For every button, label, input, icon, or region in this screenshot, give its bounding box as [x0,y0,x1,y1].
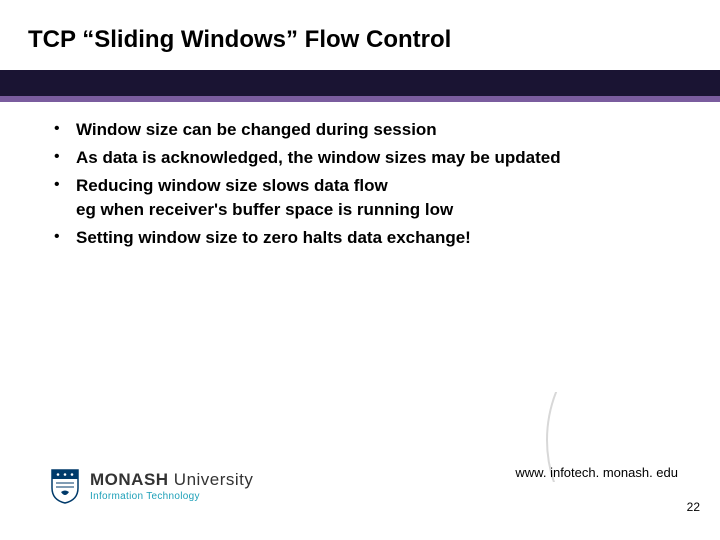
header-bar-accent [0,96,720,102]
bullet-text: As data is acknowledged, the window size… [76,146,561,170]
bullet-icon: • [50,146,76,168]
bullet-icon: • [50,174,76,196]
logo-text: MONASH University Information Technology [90,471,253,502]
shield-icon [50,468,80,504]
list-item: • As data is acknowledged, the window si… [50,146,650,170]
page-number: 22 [687,500,700,514]
footer-url: www. infotech. monash. edu [515,465,678,480]
bullet-text: Setting window size to zero halts data e… [76,226,471,250]
bullet-text: Reducing window size slows data flow eg … [76,174,453,222]
list-item: • Window size can be changed during sess… [50,118,650,142]
header-bar-dark [0,70,720,96]
logo: MONASH University Information Technology [50,468,253,504]
bullet-icon: • [50,118,76,140]
logo-main-bold: MONASH [90,470,169,489]
bullet-icon: • [50,226,76,248]
logo-sub: Information Technology [90,492,253,502]
logo-main: MONASH University [90,471,253,488]
slide-title: TCP “Sliding Windows” Flow Control [28,26,451,54]
slide: TCP “Sliding Windows” Flow Control • Win… [0,0,720,540]
list-item: • Setting window size to zero halts data… [50,226,650,250]
bullet-text: Window size can be changed during sessio… [76,118,437,142]
logo-main-light: University [169,470,254,489]
bullet-list: • Window size can be changed during sess… [50,118,650,254]
list-item: • Reducing window size slows data flow e… [50,174,650,222]
